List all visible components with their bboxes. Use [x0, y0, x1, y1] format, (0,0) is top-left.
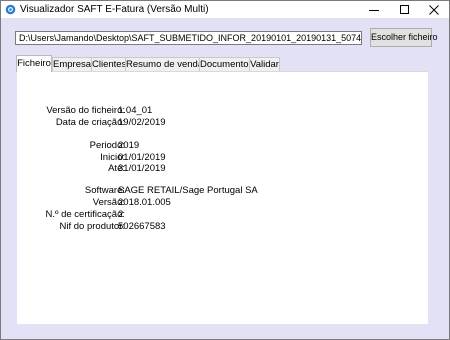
end-date-value: 31/01/2019: [118, 163, 166, 174]
window-title: Visualizador SAFT E-Fatura (Versão Multi…: [20, 4, 209, 15]
creation-date-row: Data de criação: 19/02/2019: [17, 117, 428, 129]
period-row: Periodo: 2019: [17, 140, 428, 152]
producer-nif-row: Nif do produtor: 502667583: [17, 221, 428, 233]
producer-nif-label: Nif do produtor:: [59, 221, 125, 232]
software-row: Software: SAGE RETAIL/Sage Portugal SA: [17, 185, 428, 197]
producer-nif-value: 502667583: [118, 221, 166, 232]
creation-date-value: 19/02/2019: [118, 117, 166, 128]
minimize-button[interactable]: [359, 1, 389, 18]
choose-file-button[interactable]: Escolher ficheiro: [370, 28, 438, 47]
software-version-row: Versão: 2018.01.005: [17, 197, 428, 209]
file-version-row: Versão do ficheiro: 1.04_01: [17, 105, 428, 117]
close-icon: [429, 4, 439, 15]
period-value: 2019: [118, 140, 140, 151]
minimize-icon: [369, 9, 379, 11]
end-date-row: Até: 31/01/2019: [17, 163, 428, 175]
certification-label: N.º de certificação:: [45, 209, 125, 220]
close-button[interactable]: [419, 1, 449, 18]
file-version-value: 1.04_01: [118, 105, 153, 116]
tab-resumo-de-vendas[interactable]: Resumo de vendas: [125, 57, 208, 71]
title-bar[interactable]: Visualizador SAFT E-Fatura (Versão Multi…: [1, 1, 449, 18]
file-path-field[interactable]: D:\Users\Jamando\Desktop\SAFT_SUBMETIDO_…: [15, 31, 362, 45]
creation-date-label: Data de criação:: [55, 117, 125, 128]
tab-clientes[interactable]: Clientes: [91, 57, 126, 71]
software-version-value: 2018.01.005: [118, 197, 171, 208]
tab-panel-ficheiro: Versão do ficheiro: 1.04_01 Data de cria…: [17, 71, 428, 324]
maximize-icon: [400, 4, 409, 14]
file-version-label: Versão do ficheiro:: [46, 105, 125, 116]
tab-documentos[interactable]: Documentos: [199, 57, 253, 71]
maximize-button[interactable]: [390, 1, 420, 18]
app-icon: [5, 4, 16, 15]
certification-value: 2: [118, 209, 124, 220]
tab-empresa[interactable]: Empresa: [52, 57, 92, 71]
tab-validar[interactable]: Validar: [249, 57, 280, 71]
tab-ficheiro[interactable]: Ficheiro: [16, 55, 52, 72]
software-value: SAGE RETAIL/Sage Portugal SA: [118, 185, 258, 196]
certification-row: N.º de certificação: 2: [17, 209, 428, 221]
app-window: Visualizador SAFT E-Fatura (Versão Multi…: [0, 0, 450, 340]
